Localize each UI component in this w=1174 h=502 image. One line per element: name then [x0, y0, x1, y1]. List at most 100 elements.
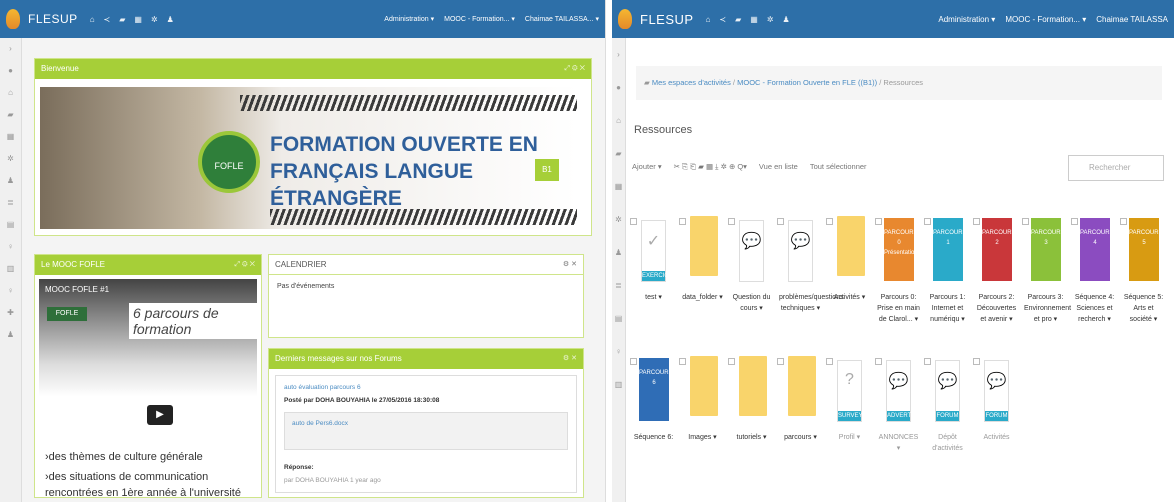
resource-tile[interactable]: PARCOURS 4 Séquence 4: Sciences et recher… [1071, 214, 1116, 325]
pin-icon[interactable]: ♀ [0, 236, 21, 258]
parcours-thumbnail[interactable]: PARCOURS 1 [933, 218, 967, 281]
forum-thumbnail[interactable]: 💬 FORUM [984, 360, 1009, 422]
dot-icon[interactable]: ● [0, 60, 21, 82]
exercise-thumbnail[interactable]: ✓ EXERCICE [641, 220, 673, 282]
resource-label[interactable]: Parcours 3: Environnement et pro ▾ [1024, 292, 1071, 325]
resource-label[interactable]: Question du cours ▾ [730, 292, 773, 314]
toolbar-actions-icon[interactable]: ✂ ⎘ ⎗ ▰ ▦ ⤓ ✲ ⊕ Q▾ [674, 162, 747, 172]
survey-thumbnail[interactable]: ? SURVEY [837, 360, 863, 422]
home-icon[interactable]: ⌂ [0, 82, 21, 104]
attachment-link[interactable]: auto de Pers6.docx [292, 420, 348, 427]
parcours-icon[interactable]: PARCOURS 6 [630, 354, 673, 424]
resource-label[interactable]: Séquence 5: Arts et société ▾ [1122, 292, 1165, 325]
calendar-icon[interactable]: ▦ [750, 15, 758, 24]
gear-icon[interactable]: ✲ [0, 148, 21, 170]
resource-label[interactable]: Parcours 2: Découvertes et avenir ▾ [975, 292, 1018, 325]
resource-tile[interactable]: tutoriels ▾ [728, 354, 773, 443]
resource-label[interactable]: Séquence 4: Sciences et recherch ▾ [1073, 292, 1116, 325]
parcours-thumbnail[interactable]: PARCOURS 2 [982, 218, 1016, 281]
user-icon[interactable]: ♟ [783, 15, 790, 24]
forum-doc-icon[interactable]: 💬 [728, 214, 768, 284]
resource-tile[interactable]: data_folder ▾ [679, 214, 724, 303]
breadcrumb-item[interactable]: MOOC - Formation Ouverte en FLE ((B1)) [737, 78, 877, 87]
share-icon[interactable]: ≺ [719, 15, 726, 24]
resource-tile[interactable]: 💬 FORUM Activités [973, 354, 1018, 443]
resource-tile[interactable]: ? SURVEY Profil ▾ [826, 354, 871, 443]
folder-thumbnail[interactable] [690, 356, 718, 416]
folder-thumbnail[interactable] [739, 356, 767, 416]
add-button[interactable]: Ajouter ▾ [632, 162, 662, 172]
folder-icon[interactable] [679, 214, 719, 284]
doc-icon[interactable]: ▤ [0, 214, 21, 236]
folder-icon[interactable] [679, 354, 719, 424]
panel-controls-icon[interactable]: ⚙ ✕ [563, 255, 577, 275]
play-button-icon[interactable]: ▶ [147, 405, 173, 425]
user-icon[interactable]: ♟ [0, 170, 21, 192]
parcours-icon[interactable]: PARCOURS 4 [1071, 214, 1114, 284]
dot-icon[interactable]: ● [612, 71, 625, 104]
expand-icon[interactable]: › [0, 38, 21, 60]
parcours-thumbnail[interactable]: PARCOURS 3 [1031, 218, 1065, 281]
resource-label[interactable]: data_folder ▾ [681, 292, 724, 303]
folder-icon[interactable]: ▰ [735, 15, 741, 24]
calendar-icon[interactable]: ▦ [612, 170, 625, 203]
folder-icon[interactable]: ▰ [612, 137, 625, 170]
home-icon[interactable]: ⌂ [612, 104, 625, 137]
parcours-icon[interactable]: PARCOURS 5 [1120, 214, 1163, 284]
parcours-thumbnail[interactable]: PARCOURS 5 [1129, 218, 1163, 281]
select-checkbox[interactable] [630, 218, 637, 225]
resource-tile[interactable]: Images ▾ [679, 354, 724, 443]
gear-icon[interactable]: ✲ [612, 203, 625, 236]
folder-thumbnail[interactable] [837, 216, 865, 276]
bulb-icon[interactable]: ♀ [612, 335, 625, 368]
gear-icon[interactable]: ✲ [767, 15, 774, 24]
resource-tile[interactable]: PARCOURS 2 Parcours 2: Découvertes et ave… [973, 214, 1018, 325]
chart-icon[interactable]: ▥ [612, 368, 625, 401]
select-checkbox[interactable] [875, 358, 882, 365]
resource-tile[interactable]: PARCOURS 6 Séquence 6: [630, 354, 675, 443]
folder-icon[interactable] [777, 354, 817, 424]
parcours-thumbnail[interactable]: PARCOURS 6 [639, 358, 673, 421]
folder-icon[interactable] [728, 354, 768, 424]
expand-icon[interactable]: › [612, 38, 625, 71]
select-checkbox[interactable] [777, 218, 784, 225]
resource-label[interactable]: ANNONCES ▾ [877, 432, 920, 454]
parcours-icon[interactable]: PARCOURS 0 Présentation [875, 214, 918, 284]
panel-controls-icon[interactable]: ⤢ ⚙ ✕ [565, 59, 586, 79]
user-icon[interactable]: ♟ [612, 236, 625, 269]
gear-icon[interactable]: ✲ [151, 15, 158, 24]
parcours-thumbnail[interactable]: PARCOURS 4 [1080, 218, 1114, 281]
advert-thumbnail[interactable]: 💬 ADVERT [886, 360, 911, 422]
list-view-toggle[interactable]: Vue en liste [759, 162, 798, 172]
doc-icon[interactable]: ▤ [612, 302, 625, 335]
select-checkbox[interactable] [924, 358, 931, 365]
resource-tile[interactable]: 💬 Question du cours ▾ [728, 214, 773, 314]
resource-label[interactable]: Activités [975, 432, 1018, 443]
select-checkbox[interactable] [630, 358, 637, 365]
panel-controls-icon[interactable]: ⤢ ⚙ ✕ [235, 255, 256, 275]
resource-label[interactable]: Activités ▾ [828, 292, 871, 303]
select-checkbox[interactable] [973, 358, 980, 365]
folder-icon[interactable]: ▰ [119, 15, 125, 24]
home-icon[interactable]: ⌂ [706, 15, 711, 24]
resource-tile[interactable]: 💬 FORUM Dépôt d'activités [924, 354, 969, 454]
resource-label[interactable]: Séquence 6: [632, 432, 675, 443]
flesup-logo-icon[interactable] [618, 9, 632, 29]
chart-icon[interactable]: ▥ [0, 258, 21, 280]
folder-icon[interactable] [826, 214, 866, 284]
select-checkbox[interactable] [679, 218, 686, 225]
resource-label[interactable]: Parcours 0: Prise en main de Clarol... ▾ [877, 292, 920, 325]
resource-tile[interactable]: PARCOURS 0 Présentation Parcours 0: Prise… [875, 214, 920, 325]
select-all-toggle[interactable]: Tout sélectionner [810, 162, 867, 172]
admin-menu[interactable]: Administration ▾ [384, 15, 434, 23]
resource-label[interactable]: problèmes/questions techniques ▾ [779, 292, 844, 314]
folder-icon[interactable]: ▰ [0, 104, 21, 126]
select-checkbox[interactable] [826, 218, 833, 225]
forum-topic-link[interactable]: auto évaluation parcours 6 [284, 384, 568, 391]
parcours-thumbnail[interactable]: PARCOURS 0 Présentation [884, 218, 918, 281]
brand-name[interactable]: FLESUP [28, 12, 78, 26]
panel-controls-icon[interactable]: ⚙ ✕ [563, 349, 577, 369]
resource-tile[interactable]: Activités ▾ [826, 214, 871, 303]
forum-icon[interactable]: 💬 FORUM [973, 354, 1013, 424]
parcours-icon[interactable]: PARCOURS 1 [924, 214, 967, 284]
